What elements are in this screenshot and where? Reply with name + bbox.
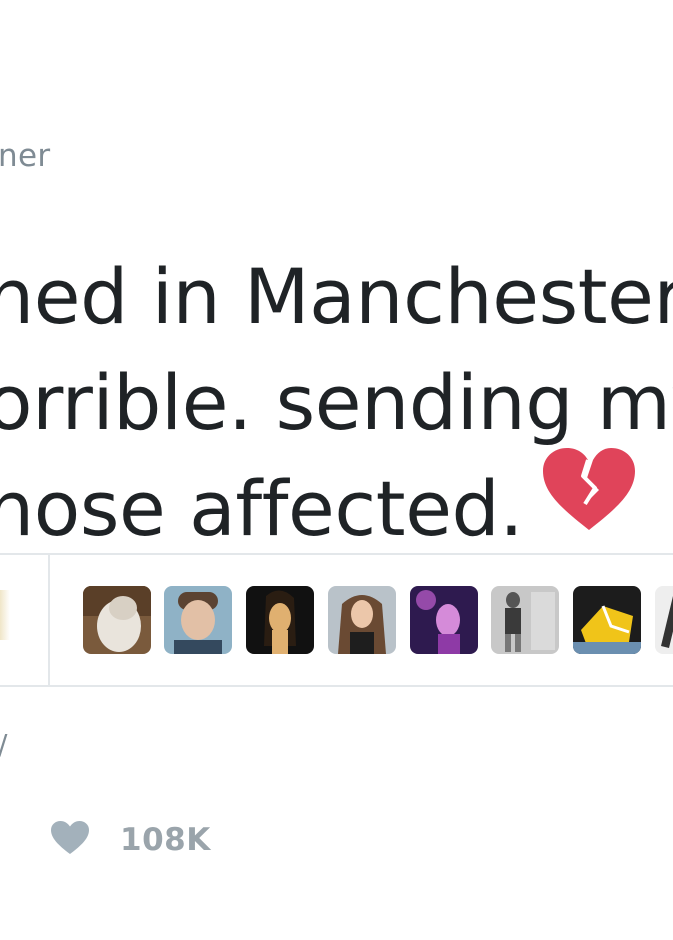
like-action[interactable]: 108K bbox=[50, 818, 211, 862]
liker-avatar-6[interactable] bbox=[491, 586, 559, 654]
truncated-mark: / bbox=[0, 728, 7, 761]
like-count: 108K bbox=[120, 822, 211, 858]
liker-avatar-3[interactable] bbox=[246, 586, 314, 654]
liker-avatar-7[interactable] bbox=[573, 586, 641, 654]
liker-avatar-5[interactable] bbox=[410, 586, 478, 654]
heart-icon[interactable] bbox=[50, 820, 90, 860]
retweet-stat-fragment bbox=[0, 590, 10, 640]
liker-avatars bbox=[83, 586, 673, 654]
divider bbox=[0, 553, 673, 555]
tweet-text-line-3: hose affected. bbox=[0, 464, 524, 553]
tweet-text: ned in Manchester to orrible. sending my… bbox=[0, 244, 673, 562]
tweet-detail-view: ner ned in Manchester to orrible. sendin… bbox=[0, 0, 673, 940]
liker-avatar-1[interactable] bbox=[83, 586, 151, 654]
broken-heart-icon bbox=[541, 446, 637, 559]
divider bbox=[48, 555, 50, 685]
liker-avatar-2[interactable] bbox=[164, 586, 232, 654]
divider bbox=[0, 685, 673, 687]
tweet-text-line-1: ned in Manchester to bbox=[0, 252, 673, 341]
author-handle-fragment[interactable]: ner bbox=[0, 138, 50, 174]
tweet-text-line-2: orrible. sending my bbox=[0, 358, 673, 447]
liker-avatar-8[interactable] bbox=[655, 586, 673, 654]
liker-avatar-4[interactable] bbox=[328, 586, 396, 654]
